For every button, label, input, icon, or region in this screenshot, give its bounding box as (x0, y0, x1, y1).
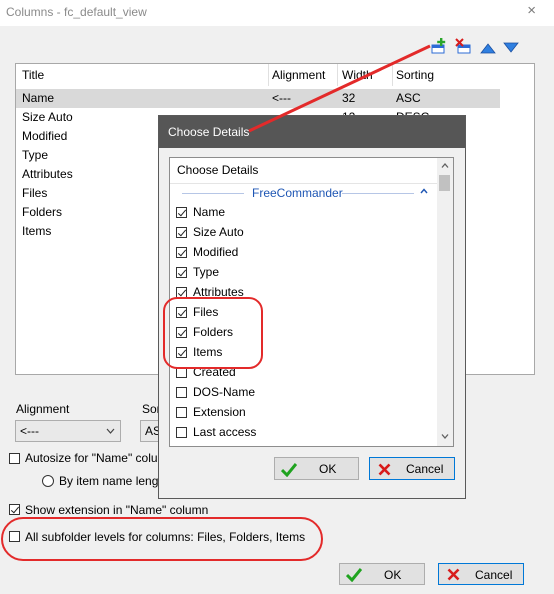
annotation-arrow (248, 44, 431, 133)
